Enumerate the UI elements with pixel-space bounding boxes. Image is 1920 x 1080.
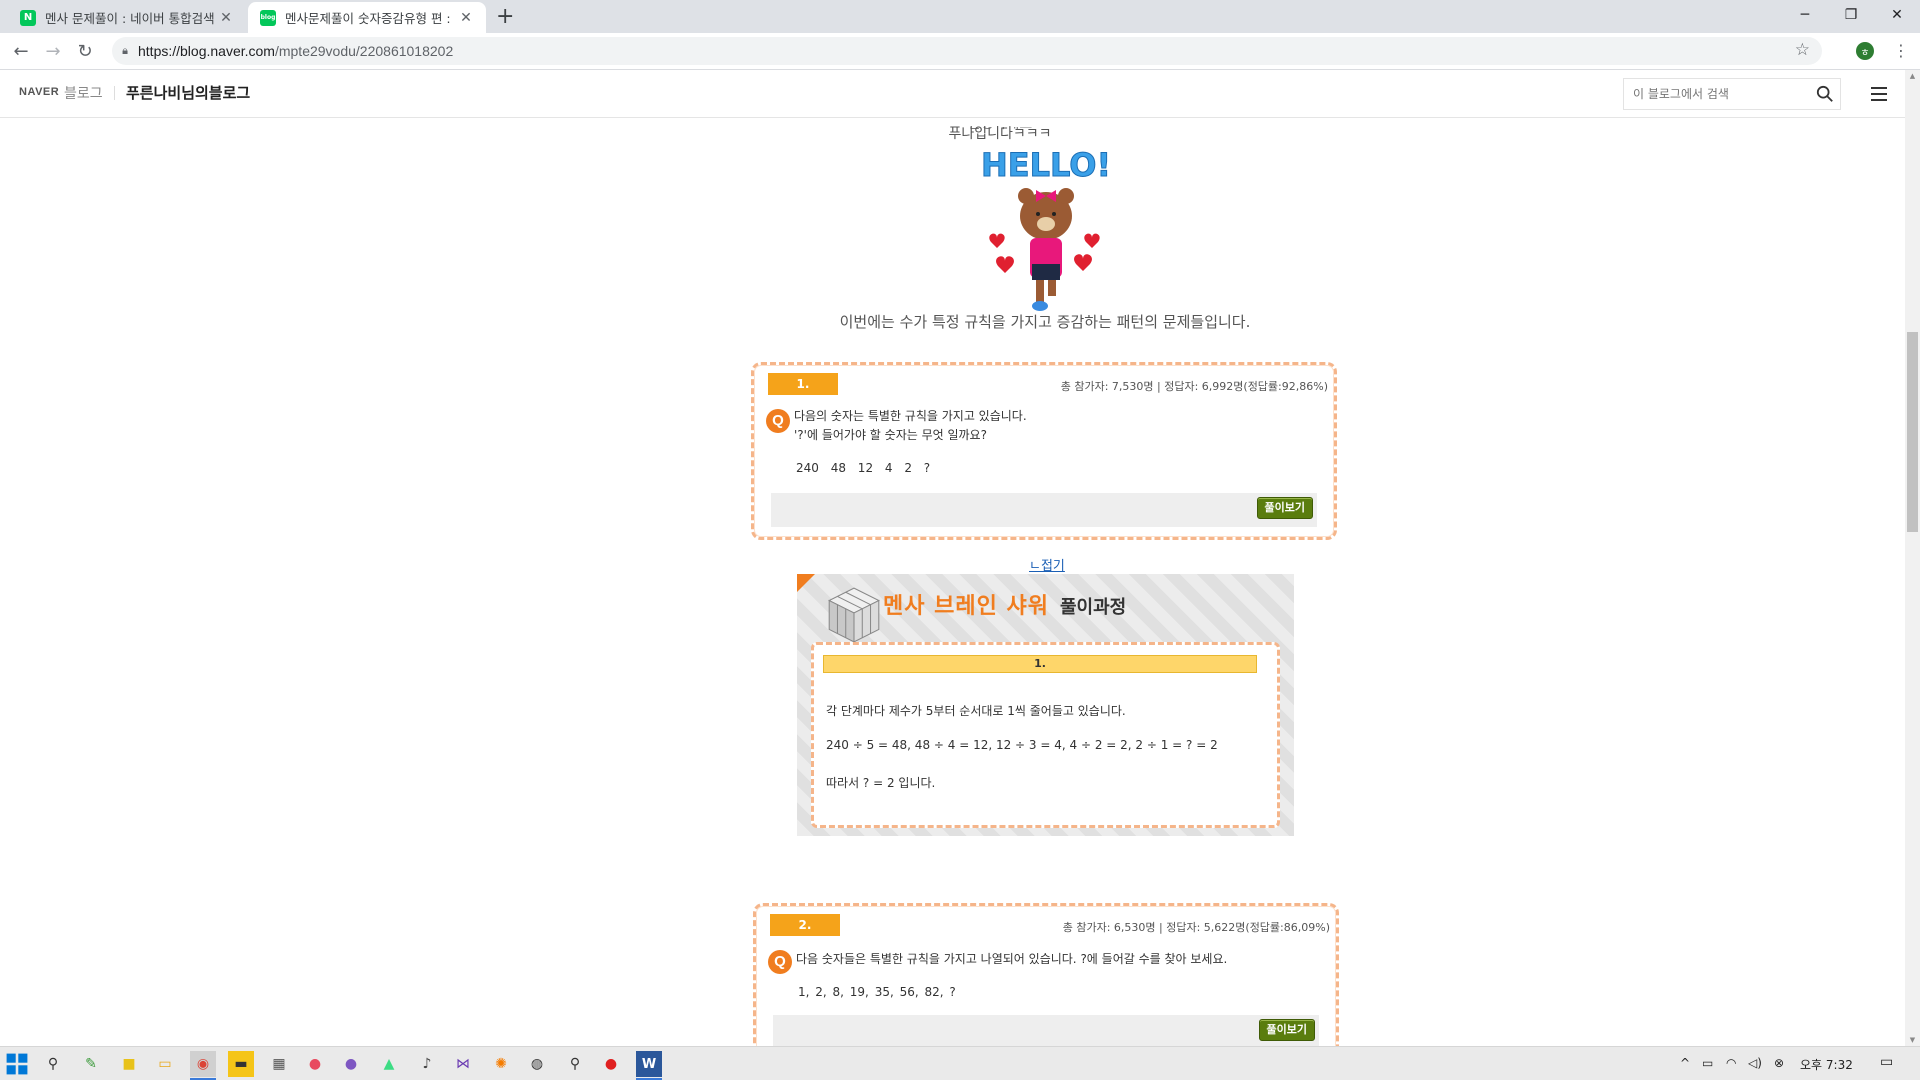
solution-line-2: 240 ÷ 5 = 48, 48 ÷ 4 = 12, 12 ÷ 3 = 4, 4… [826,738,1218,752]
back-icon[interactable]: ← [9,39,33,63]
post-intro: 이번에는 수가 특정 규칙을 가지고 증감하는 패턴의 문제들입니다. [839,313,1251,331]
solution-brand-title: 멘사 브레인 샤워 [883,594,1049,619]
solution-line-3: 따라서 ? = 2 입니다. [826,776,936,790]
sticker-hello-text: HELLO! [981,146,1111,184]
forward-icon[interactable]: → [41,39,65,63]
restore-icon[interactable]: ❐ [1828,0,1874,30]
sticky-notes-icon[interactable]: ■ [116,1051,142,1077]
word-icon[interactable]: W [636,1051,662,1077]
notification-icon[interactable]: ▭ [1880,1054,1893,1070]
blog-header: NAVER 블로그 푸른나비님의블로그 [0,70,1905,118]
close-tab-icon[interactable]: ✕ [458,10,474,26]
solve-button[interactable]: 풀이보기 [1258,1019,1315,1041]
tab-title: 멘사 문제풀이 : 네이버 통합검색 [45,11,215,26]
address-bar[interactable]: 🔒︎ https://blog.naver.com/mpte29vodu/220… [112,37,1822,65]
kakaotalk-icon[interactable]: ▬ [228,1051,254,1077]
app-pink-icon[interactable]: ● [302,1051,328,1077]
wifi-icon[interactable]: ◠ [1726,1056,1736,1070]
hello-bear-sticker: HELLO! [980,146,1112,311]
volume-icon[interactable]: ◁) [1748,1056,1762,1070]
post-content: 안녕하세요 푸나입니다ㅋㅋㅋ HELLO! 이번에는 수가 특정 규칙을 가지고… [0,119,1905,1046]
greeting-text: 푸나입니다ㅋㅋㅋ [948,126,1052,142]
file-explorer-icon[interactable]: ▭ [152,1051,178,1077]
question-stats: 총 참가자: 6,530명 | 정답자: 5,622명(정답률:86,09%) [1062,921,1330,934]
scrollbar-thumb[interactable] [1907,332,1918,532]
solution-panel: 멘사 브레인 샤워 풀이과정 1. 각 단계마다 제수가 5부터 순서대로 1씩… [797,574,1294,836]
pen-app-icon[interactable]: ✎ [78,1051,104,1077]
corner-ribbon [797,574,815,592]
blog-search-input[interactable] [1633,87,1813,101]
solution-number: 1. [823,655,1257,673]
android-studio-icon[interactable]: ▲ [376,1051,402,1077]
app-red-icon[interactable]: ● [598,1051,624,1077]
reload-icon[interactable]: ↻ [73,39,97,63]
naver-logo[interactable]: NAVER [19,86,59,98]
question-card-1: 1. 총 참가자: 7,530명 | 정답자: 6,992명(정답률:92,86… [751,362,1337,540]
question-stats: 총 참가자: 7,530명 | 정답자: 6,992명(정답률:92,86%) [1060,380,1328,393]
windows-taskbar: ⚲ ✎ ■ ▭ ◉ ▬ ▦ ● ● ▲ ♪ ⋈ ✺ ◍ ⚲ ● W ^ ▭ ◠ … [0,1046,1920,1080]
solution-subtitle: 풀이과정 [1060,597,1127,618]
answer-bar: 풀이보기 [771,493,1317,527]
profile-avatar[interactable]: ㅎ [1856,42,1874,60]
windows-start-icon[interactable] [4,1051,30,1077]
blender-icon[interactable]: ✺ [488,1051,514,1077]
lock-icon: 🔒︎ [122,44,128,57]
question-sequence: 1, 2, 8, 19, 35, 56, 82, ? [798,985,956,999]
question-text-line1: 다음의 숫자는 특별한 규칙을 가지고 있습니다. [794,409,1027,423]
ime-icon[interactable]: ⊗ [1774,1056,1784,1070]
question-q-icon: Q [768,950,792,974]
question-card-2: 2. 총 참가자: 6,530명 | 정답자: 5,622명(정답률:86,09… [753,903,1339,1046]
question-q-icon: Q [766,409,790,433]
solution-line-1: 각 단계마다 제수가 5부터 순서대로 1씩 줄어들고 있습니다. [826,704,1126,718]
tray-expand-icon[interactable]: ^ [1680,1056,1690,1070]
naver-favicon-icon: N [20,9,36,26]
minimize-icon[interactable]: ─ [1782,0,1828,30]
url-path: /mpte29vodu/220861018202 [274,43,454,59]
question-sequence: 240 48 12 4 2 ? [796,461,931,475]
url-host: https://blog.naver.com [138,43,275,59]
question-number: 2. [770,914,840,936]
chrome-menu-icon[interactable]: ⋮ [1893,41,1909,60]
solution-card: 1. 각 단계마다 제수가 5부터 순서대로 1씩 줄어들고 있습니다. 240… [811,642,1280,828]
pin-app-icon[interactable]: ⚲ [562,1051,588,1077]
browser-toolbar: ← → ↻ 🔒︎ https://blog.naver.com/mpte29vo… [0,33,1920,70]
bookmark-star-icon[interactable]: ☆ [1795,40,1810,60]
chrome-taskbar-icon[interactable]: ◉ [190,1051,216,1077]
scroll-up-icon[interactable]: ▲ [1905,72,1920,80]
search-icon[interactable] [1816,85,1834,103]
new-tab-button[interactable]: + [496,4,514,29]
blog-home-link[interactable]: 블로그 [64,83,103,103]
close-window-icon[interactable]: ✕ [1874,0,1920,30]
audio-app-icon[interactable]: ♪ [414,1051,440,1077]
tab-naver-search[interactable]: N 멘사 문제풀이 : 네이버 통합검색 ✕ [8,2,246,33]
battery-icon[interactable]: ▭ [1702,1056,1713,1070]
tab-strip: N 멘사 문제풀이 : 네이버 통합검색 ✕ blog 멘사문제풀이 숫자증감유… [0,0,1920,33]
menu-icon[interactable] [1871,87,1887,105]
question-number: 1. [768,373,838,395]
header-divider [114,86,115,100]
tab-title: 멘사문제풀이 숫자증감유형 편 : [285,11,451,26]
question-text: 다음 숫자들은 특별한 규칙을 가지고 나열되어 있습니다. ?에 들어갈 수를… [796,952,1228,966]
question-text: 다음의 숫자는 특별한 규칙을 가지고 있습니다. '?'에 들어가야 할 숫자… [794,407,1027,445]
close-tab-icon[interactable]: ✕ [218,10,234,26]
search-icon[interactable]: ⚲ [40,1051,66,1077]
answer-bar: 풀이보기 [773,1015,1319,1046]
clock[interactable]: 오후 7:32 [1800,1056,1853,1073]
page-scrollbar[interactable]: ▲ ▼ [1905,70,1920,1046]
fold-link[interactable]: ㄴ접기 [1029,555,1065,574]
app-dark-icon[interactable]: ◍ [524,1051,550,1077]
calculator-icon[interactable]: ▦ [266,1051,292,1077]
question-text-line2: '?'에 들어가야 할 숫자는 무엇 일까요? [794,428,987,442]
visual-studio-icon[interactable]: ⋈ [450,1051,476,1077]
app-purple-icon[interactable]: ● [338,1051,364,1077]
scroll-down-icon[interactable]: ▼ [1905,1036,1920,1044]
tab-blog-post[interactable]: blog 멘사문제풀이 숫자증감유형 편 : ✕ [248,2,486,33]
blog-favicon-icon: blog [260,9,276,26]
rubiks-cube-icon [828,587,880,643]
blog-name[interactable]: 푸른나비님의블로그 [126,82,250,103]
blog-search-box [1623,78,1841,110]
solve-button[interactable]: 풀이보기 [1256,497,1313,519]
